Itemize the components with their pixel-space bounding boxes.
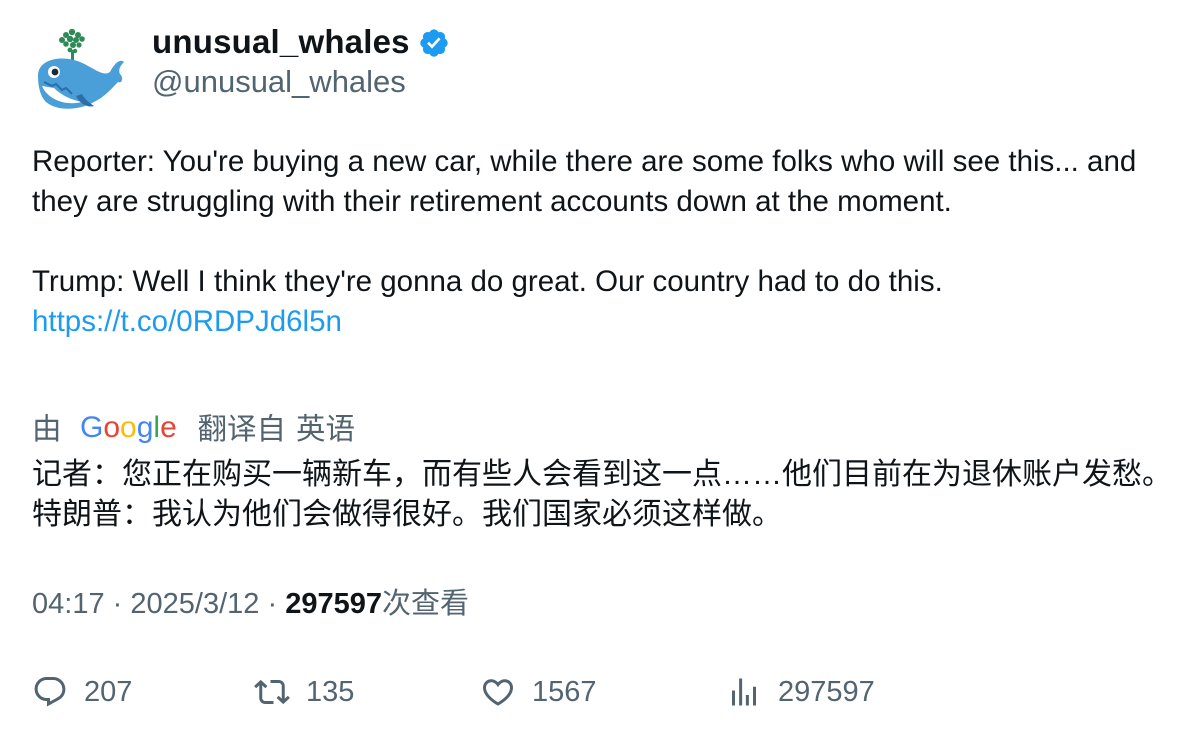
- tweet-link[interactable]: https://t.co/0RDPJd6l5n: [32, 305, 342, 338]
- tweet-text: Reporter: You're buying a new car, while…: [32, 142, 1162, 342]
- tweet-paragraph-1: Reporter: You're buying a new car, while…: [32, 145, 1137, 218]
- tweet-date[interactable]: 2025/3/12: [130, 588, 259, 620]
- svg-text:Google: Google: [80, 411, 177, 444]
- whale-logo-icon: [38, 28, 124, 109]
- author-names: unusual_whales @unusual_whales: [152, 22, 450, 102]
- retweet-icon: [254, 679, 290, 705]
- meta-separator: ·: [267, 588, 278, 620]
- heart-icon: [482, 679, 514, 706]
- reply-icon: [34, 677, 66, 707]
- verified-badge-icon: [420, 29, 448, 57]
- display-name-row: unusual_whales: [152, 22, 450, 62]
- like-button[interactable]: 1567: [480, 670, 597, 714]
- translated-from-label: 翻译自: [197, 413, 287, 446]
- meta-separator: ·: [112, 588, 123, 620]
- views-button[interactable]: 297597: [726, 670, 875, 714]
- views-action-count: 297597: [778, 675, 875, 708]
- tweet-meta: 04:17 · 2025/3/12 · 297597次查看: [32, 584, 469, 624]
- tweet-paragraph-2: Trump: Well I think they're gonna do gre…: [32, 265, 943, 298]
- avatar[interactable]: [32, 26, 128, 116]
- translated-text: 记者：您正在购买一辆新车，而有些人会看到这一点……他们目前在为退休账户发愁。 特…: [32, 458, 1172, 531]
- tweet-header: unusual_whales @unusual_whales: [32, 22, 732, 114]
- views-count: 297597: [285, 588, 382, 620]
- translation-attribution: 由 Google 翻译自 英语: [32, 407, 355, 447]
- action-bar: 207 135 1567 297597: [32, 670, 1172, 714]
- source-language: 英语: [296, 413, 356, 446]
- google-logo-icon: Google: [80, 411, 177, 444]
- reply-count: 207: [84, 675, 133, 708]
- retweet-count: 135: [306, 675, 355, 708]
- reply-button[interactable]: 207: [32, 670, 132, 714]
- translated-by-label: 由: [32, 413, 62, 446]
- analytics-icon: [732, 678, 756, 706]
- views-label: 次查看: [381, 588, 469, 620]
- author-handle[interactable]: @unusual_whales: [152, 62, 450, 102]
- like-count: 1567: [532, 675, 597, 708]
- retweet-button[interactable]: 135: [254, 670, 354, 714]
- tweet-time[interactable]: 04:17: [32, 588, 105, 620]
- display-name[interactable]: unusual_whales: [152, 23, 410, 61]
